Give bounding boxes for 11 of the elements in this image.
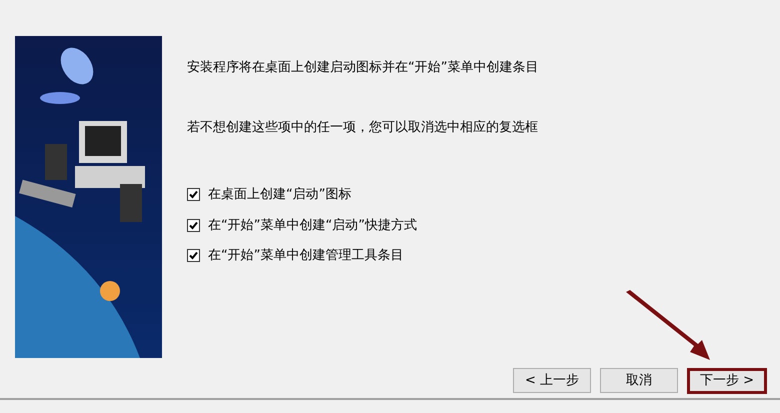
checkbox-label: 在桌面上创建“启动”图标 [208, 186, 352, 204]
checkbox-label: 在“开始”菜单中创建管理工具条目 [208, 247, 404, 265]
instruction-text: 安装程序将在桌面上创建启动图标并在“开始”菜单中创建条目 [187, 59, 540, 77]
checkbox[interactable] [187, 218, 200, 232]
checkbox[interactable] [187, 249, 200, 262]
instruction-text: 若不想创建这些项中的任一项，您可以取消选中相应的复选框 [187, 118, 539, 136]
wizard-button[interactable]: 下一步 > [687, 368, 767, 394]
wizard-button[interactable]: 取消 [600, 368, 678, 393]
checkbox[interactable] [187, 188, 200, 202]
checkbox-label: 在“开始”菜单中创建“启动”快捷方式 [208, 216, 417, 234]
wizard-button[interactable]: < 上一步 [513, 368, 591, 393]
